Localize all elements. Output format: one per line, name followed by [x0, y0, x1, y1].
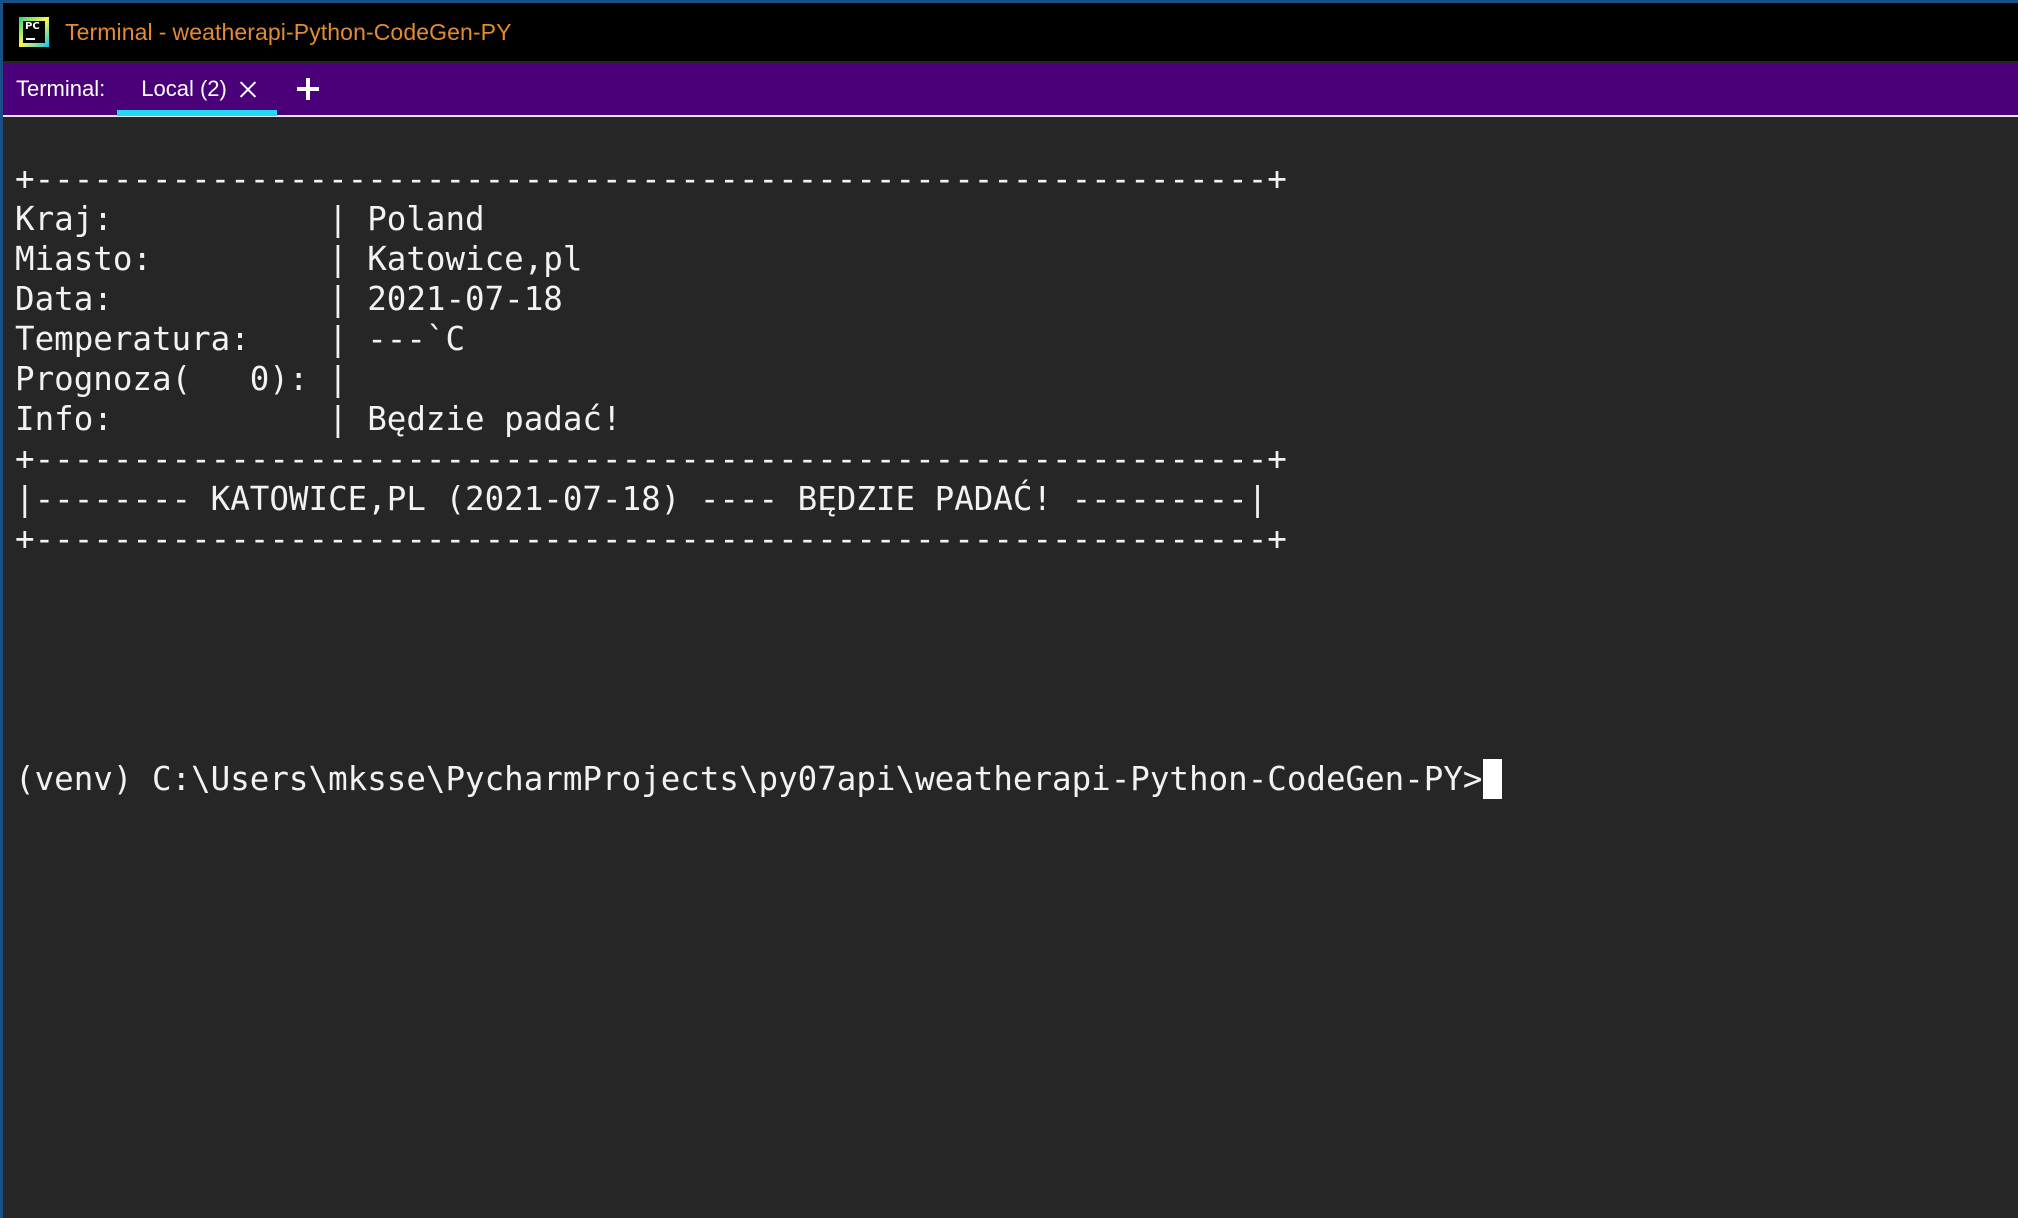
add-tab-icon[interactable] — [296, 78, 319, 100]
terminal-output[interactable]: +---------------------------------------… — [3, 119, 2018, 1218]
terminal-line: Info: | Będzie padać! — [15, 400, 622, 438]
terminal-line: +---------------------------------------… — [15, 440, 1287, 478]
window-title-prefix: Terminal — [65, 18, 153, 45]
tab-label: Local (2) — [141, 76, 227, 101]
terminal-line: +---------------------------------------… — [15, 520, 1287, 558]
prompt-text: (venv) C:\Users\mksse\PycharmProjects\py… — [15, 760, 1483, 798]
terminal-tab-bar: Terminal: Local (2) — [3, 63, 2018, 117]
terminal-tabs-label: Terminal: — [16, 76, 106, 101]
terminal-line: Temperatura: | ---`C — [15, 320, 466, 358]
terminal-line: +---------------------------------------… — [15, 160, 1287, 198]
active-tab-indicator — [117, 110, 277, 116]
terminal-line: Miasto: | Katowice,pl — [15, 240, 583, 278]
command-prompt[interactable]: (venv) C:\Users\mksse\PycharmProjects\py… — [15, 759, 2018, 799]
tab-local-2[interactable]: Local (2) — [117, 62, 277, 116]
close-icon[interactable] — [239, 80, 257, 98]
pycharm-logo-icon: PC — [19, 17, 49, 47]
window-title-separator: - — [158, 18, 167, 45]
window-title: Terminal - weatherapi-Python-CodeGen-PY — [65, 19, 512, 46]
terminal-line: Kraj: | Poland — [15, 200, 485, 238]
terminal-line: Prognoza( 0): | — [15, 360, 348, 398]
ide-window: PC Terminal - weatherapi-Python-CodeGen-PY… — [0, 0, 2018, 1218]
terminal-line: Data: | 2021-07-18 — [15, 280, 563, 318]
text-cursor — [1482, 759, 1502, 799]
terminal-line: |-------- KATOWICE,PL (2021-07-18) ---- … — [15, 480, 1268, 518]
title-bar[interactable]: PC Terminal - weatherapi-Python-CodeGen-PY — [3, 3, 2018, 61]
window-title-project: weatherapi-Python-CodeGen-PY — [172, 18, 512, 45]
